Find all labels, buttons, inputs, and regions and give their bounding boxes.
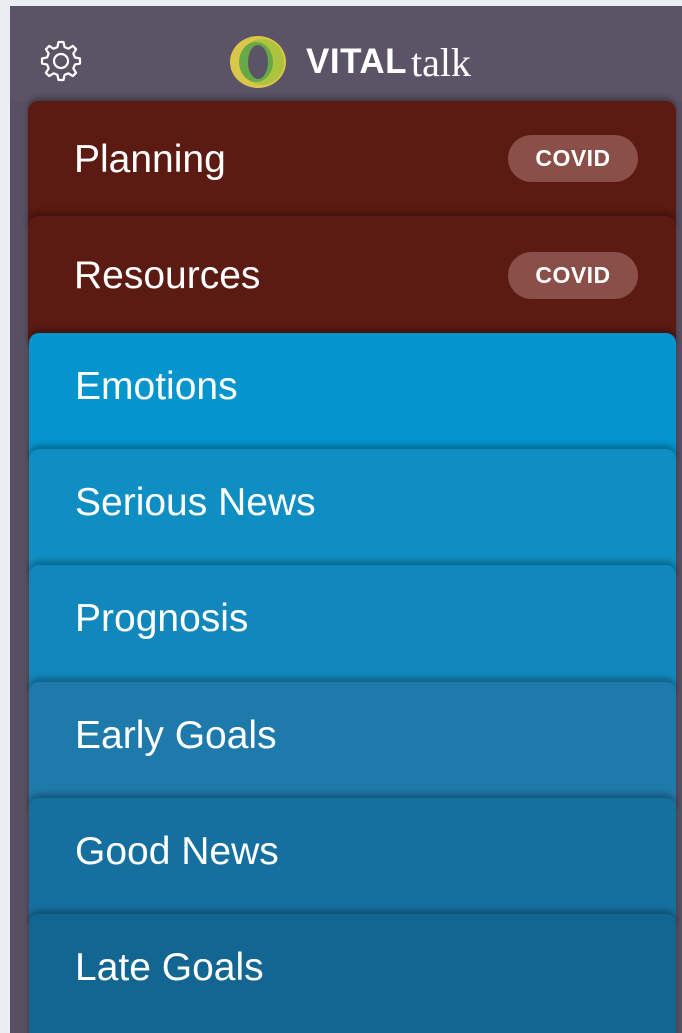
app-screen: VITAL talk Planning COVID Resources COVI… [10, 6, 682, 1033]
menu-item-late-goals[interactable]: Late Goals [29, 914, 676, 1033]
covid-badge: COVID [508, 252, 638, 299]
menu-item-serious-news[interactable]: Serious News [29, 449, 676, 584]
top-bar: VITAL talk [10, 6, 682, 101]
covid-badge: COVID [508, 135, 638, 182]
menu-item-prognosis[interactable]: Prognosis [29, 565, 676, 700]
menu-item-label: Serious News [75, 481, 316, 524]
menu-item-label: Emotions [75, 365, 238, 408]
menu-item-label: Early Goals [75, 714, 277, 757]
menu-item-early-goals[interactable]: Early Goals [29, 682, 676, 817]
menu-item-label: Late Goals [75, 946, 264, 989]
gear-icon[interactable] [38, 38, 84, 84]
vitaltalk-logo: VITAL talk [224, 32, 471, 92]
menu-item-resources[interactable]: Resources COVID [28, 216, 676, 351]
menu-item-label: Planning [74, 138, 226, 181]
menu-item-label: Resources [74, 254, 261, 297]
menu-item-emotions[interactable]: Emotions [29, 333, 676, 468]
menu-item-label: Good News [75, 830, 279, 873]
brand-vital: VITAL [306, 42, 408, 81]
menu-item-label: Prognosis [75, 597, 249, 640]
vitaltalk-ring-logo-icon [230, 36, 286, 88]
brand-talk: talk [411, 39, 471, 85]
menu-item-good-news[interactable]: Good News [29, 798, 676, 933]
